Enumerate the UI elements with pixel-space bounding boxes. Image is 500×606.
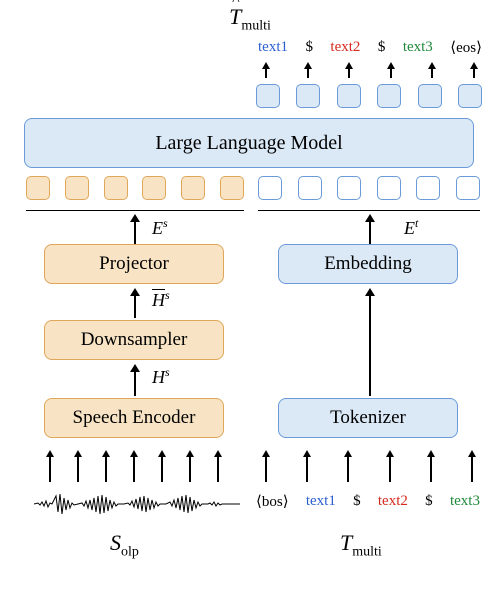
arrow-up-icon — [158, 450, 166, 457]
arrow-up-icon — [46, 450, 54, 457]
label-et: Et — [404, 216, 418, 239]
tokenizer-label: Tokenizer — [330, 407, 406, 429]
waveform-icon — [34, 486, 240, 522]
downsampler-label: Downsampler — [81, 329, 188, 351]
in-text3: text3 — [450, 493, 480, 510]
arrow-up-icon — [262, 62, 270, 69]
input-token-labels: ⟨bos⟩ text1 $ text2 $ text3 — [256, 492, 480, 511]
downsampler-block: Downsampler — [44, 320, 224, 360]
arrow-up-icon — [345, 62, 353, 69]
token-box — [220, 176, 244, 200]
in-text2: text2 — [378, 493, 408, 510]
arrow-up-icon — [386, 450, 394, 457]
token-box — [418, 84, 442, 108]
token-box — [258, 176, 282, 200]
output-tokens — [256, 84, 482, 108]
arrow-up-icon — [344, 450, 352, 457]
token-box — [256, 84, 280, 108]
tokenizer-block: Tokenizer — [278, 398, 458, 438]
llm-block: Large Language Model — [24, 118, 474, 168]
embedding-label: Embedding — [324, 253, 412, 275]
output-symbol-base: T — [229, 4, 241, 29]
arrow-up-icon — [427, 450, 435, 457]
architecture-diagram: Tmulti text1 $ text2 $ text3 ⟨eos⟩ Large… — [0, 0, 500, 606]
token-box — [416, 176, 440, 200]
projector-label: Projector — [99, 253, 169, 275]
arrow-up-icon — [130, 364, 140, 396]
arrow-up-icon — [102, 450, 110, 457]
output-token-labels: text1 $ text2 $ text3 ⟨eos⟩ — [258, 38, 482, 57]
token-box — [181, 176, 205, 200]
speech-encoder-block: Speech Encoder — [44, 398, 224, 438]
embedding-block: Embedding — [278, 244, 458, 284]
token-box — [458, 84, 482, 108]
speech-input-tokens — [26, 176, 244, 200]
out-eos: ⟨eos⟩ — [450, 38, 482, 57]
label-hs: Hs — [152, 365, 170, 388]
in-bos: ⟨bos⟩ — [256, 492, 289, 511]
out-sep2: $ — [378, 39, 386, 56]
arrow-up-icon — [365, 214, 375, 244]
token-box — [377, 176, 401, 200]
token-box — [377, 84, 401, 108]
output-symbol-sub: multi — [241, 18, 271, 33]
out-sep1: $ — [305, 39, 313, 56]
arrow-up-icon — [74, 450, 82, 457]
arrow-up-icon — [130, 450, 138, 457]
text-input-tokens — [258, 176, 480, 200]
speech-input-symbol: Solp — [110, 530, 139, 560]
in-text1: text1 — [306, 493, 336, 510]
token-box — [337, 176, 361, 200]
arrow-up-icon — [262, 450, 270, 457]
output-symbol: Tmulti — [0, 4, 500, 34]
token-box — [298, 176, 322, 200]
llm-label: Large Language Model — [155, 132, 342, 155]
divider — [26, 210, 244, 211]
token-box — [142, 176, 166, 200]
output-arrows — [258, 62, 482, 69]
arrow-up-icon — [365, 288, 375, 396]
projector-block: Projector — [44, 244, 224, 284]
speech-input-arrows — [44, 450, 224, 457]
arrow-up-icon — [428, 62, 436, 69]
out-text3: text3 — [403, 39, 433, 56]
divider — [258, 210, 480, 211]
arrow-up-icon — [470, 62, 478, 69]
out-text2: text2 — [330, 39, 360, 56]
token-box — [296, 84, 320, 108]
text-input-symbol: Tmulti — [340, 530, 382, 560]
speech-encoder-label: Speech Encoder — [73, 407, 196, 429]
arrow-up-icon — [130, 214, 140, 244]
token-box — [26, 176, 50, 200]
out-text1: text1 — [258, 39, 288, 56]
arrow-up-icon — [468, 450, 476, 457]
arrow-up-icon — [214, 450, 222, 457]
token-box — [456, 176, 480, 200]
token-box — [65, 176, 89, 200]
arrow-up-icon — [303, 450, 311, 457]
label-es: Es — [152, 216, 168, 239]
token-box — [337, 84, 361, 108]
text-input-arrows — [260, 450, 478, 457]
arrow-up-icon — [387, 62, 395, 69]
in-sep2: $ — [425, 493, 433, 510]
in-sep1: $ — [353, 493, 361, 510]
label-hbar: Hs — [152, 288, 170, 311]
arrow-up-icon — [304, 62, 312, 69]
arrow-up-icon — [130, 288, 140, 318]
arrow-up-icon — [186, 450, 194, 457]
token-box — [104, 176, 128, 200]
